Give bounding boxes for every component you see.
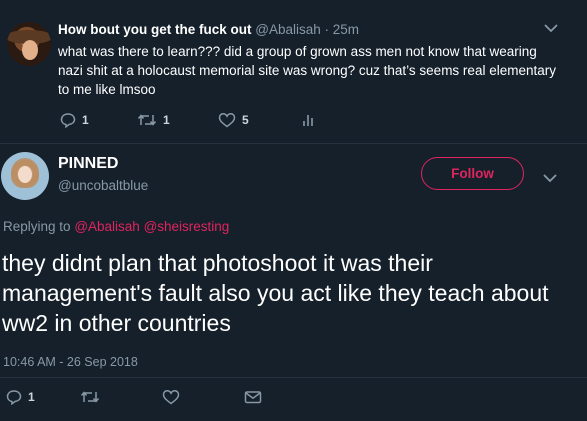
tweet-header: How bout you get the fuck out @Abalisah … — [58, 22, 359, 37]
like-button[interactable] — [162, 389, 180, 405]
chevron-down-icon[interactable] — [544, 20, 558, 36]
reply-button[interactable]: 1 — [6, 389, 35, 405]
divider — [0, 377, 587, 378]
replying-to: Replying to @Abalisah @sheisresting — [3, 219, 229, 234]
chevron-down-icon[interactable] — [543, 170, 557, 186]
replying-to-label: Replying to — [3, 219, 71, 234]
analytics-button[interactable] — [300, 112, 316, 128]
user-handle[interactable]: @uncobaltblue — [58, 178, 148, 193]
retweet-count: 1 — [163, 113, 170, 127]
avatar[interactable] — [1, 152, 49, 200]
separator: · — [320, 22, 333, 37]
user-handle[interactable]: @Abalisah — [255, 22, 321, 37]
heart-icon — [162, 389, 180, 405]
retweet-icon — [80, 389, 100, 405]
parent-tweet[interactable]: How bout you get the fuck out @Abalisah … — [0, 0, 587, 143]
like-button[interactable]: 5 — [218, 112, 249, 128]
tweet-timestamp[interactable]: 10:46 AM - 26 Sep 2018 — [3, 355, 138, 369]
tweet-text: they didnt plan that photoshoot it was t… — [2, 250, 549, 336]
mention-link[interactable]: @Abalisah — [74, 219, 140, 234]
avatar[interactable] — [7, 22, 51, 66]
divider — [0, 143, 587, 144]
reply-icon — [60, 112, 76, 128]
direct-message-button[interactable] — [244, 389, 262, 405]
tweet-text: what was there to learn??? did a group o… — [58, 44, 556, 97]
follow-button[interactable]: Follow — [421, 157, 524, 190]
retweet-button[interactable]: 1 — [137, 112, 170, 128]
envelope-icon — [244, 389, 262, 405]
mention-link[interactable]: @sheisresting — [144, 219, 230, 234]
reply-icon — [6, 389, 22, 405]
display-name[interactable]: PINNED — [58, 155, 118, 173]
reply-button[interactable]: 1 — [60, 112, 89, 128]
display-name[interactable]: How bout you get the fuck out — [58, 22, 251, 37]
heart-icon — [218, 112, 236, 128]
retweet-button[interactable] — [80, 389, 100, 405]
analytics-icon — [300, 112, 316, 128]
reply-count: 1 — [82, 113, 89, 127]
avatar-face-shape — [22, 40, 38, 60]
retweet-icon — [137, 112, 157, 128]
reply-count: 1 — [28, 390, 35, 404]
tweet-time[interactable]: 25m — [333, 22, 359, 37]
like-count: 5 — [242, 113, 249, 127]
avatar-face-shape — [18, 166, 32, 183]
